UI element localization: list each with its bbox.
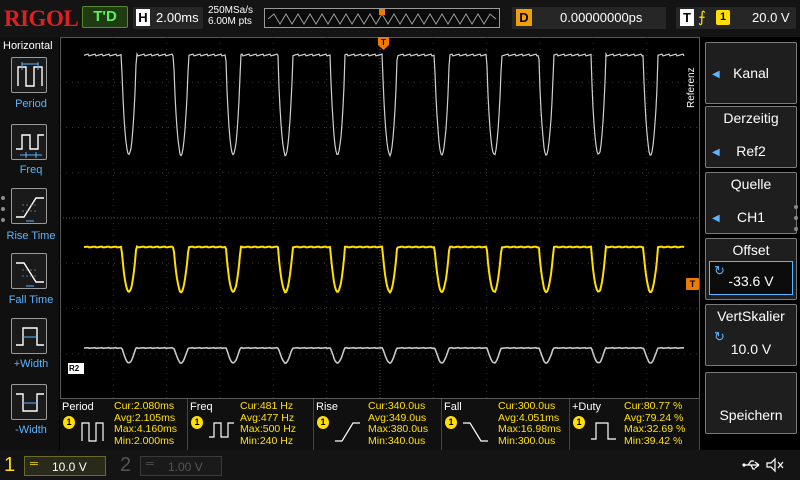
ch2-scale-value: 1.00 V bbox=[168, 460, 203, 474]
acquisition-info: 250MSa/s 6.00M pts bbox=[208, 5, 253, 27]
softkey-derzeitig[interactable]: Derzeitig ◀ Ref2 bbox=[705, 106, 797, 168]
ch2-number[interactable]: 2 bbox=[120, 454, 131, 477]
menu-title: Referenz bbox=[686, 67, 697, 108]
frequency-icon bbox=[209, 422, 234, 438]
run-state-badge[interactable]: T'D bbox=[82, 6, 128, 28]
period-icon[interactable] bbox=[11, 57, 47, 93]
measurement-source-badge: 1 bbox=[191, 416, 203, 429]
measurement-name: Fall bbox=[444, 401, 462, 413]
fall-time-icon[interactable] bbox=[11, 253, 47, 289]
measurement-current: Cur:340.0us bbox=[368, 400, 426, 412]
negative-width-icon[interactable] bbox=[11, 384, 47, 420]
ref-waveform-trace bbox=[83, 51, 685, 158]
softkey-quelle-value: CH1 bbox=[736, 209, 765, 225]
usb-icon bbox=[742, 460, 760, 470]
memory-depth: 6.00M pts bbox=[208, 16, 252, 27]
rise-time-icon[interactable] bbox=[11, 188, 47, 224]
measurement-max: Max:32.69 % bbox=[624, 423, 686, 435]
svg-text:T: T bbox=[381, 38, 386, 47]
measurement-max: Max:16.98ms bbox=[498, 423, 562, 435]
trigger-source-badge: 1 bbox=[716, 10, 730, 25]
softkey-offset-value: -33.6 V bbox=[728, 273, 774, 289]
measurement-rise[interactable]: Rise 1 Cur:340.0us Avg:349.0us Max:380.0… bbox=[314, 399, 442, 450]
measurement-name: Freq bbox=[190, 401, 213, 413]
measurement-period[interactable]: Period 1 Cur:2.080ms Avg:2.105ms Max:4.1… bbox=[60, 399, 188, 450]
rising-edge-icon: ⨍ bbox=[698, 9, 706, 26]
menu-scroll-indicator bbox=[794, 205, 800, 238]
softkey-speichern-label: Speichern bbox=[719, 407, 783, 423]
softkey-vertskalier-value: 10.0 V bbox=[730, 341, 772, 357]
softkey-quelle-title: Quelle bbox=[730, 176, 772, 192]
trigger-position-icon bbox=[379, 9, 385, 15]
softkey-offset-title: Offset bbox=[732, 242, 770, 258]
measurement-current: Cur:2.080ms bbox=[114, 400, 175, 412]
measurement-current: Cur:80.77 % bbox=[624, 400, 683, 412]
ref2-marker[interactable]: R2 bbox=[68, 363, 84, 374]
trigger-level-value: 20.0 V bbox=[752, 10, 790, 25]
softkey-speichern[interactable]: Speichern bbox=[705, 372, 797, 434]
measurement-current: Cur:481 Hz bbox=[240, 400, 294, 412]
horizontal-label: H bbox=[136, 9, 150, 26]
measurement-min: Min:340.0us bbox=[368, 434, 426, 447]
softkey-kanal-value: Kanal bbox=[733, 65, 769, 81]
speaker-muted-icon[interactable] bbox=[765, 457, 785, 473]
trigger-position-marker[interactable]: T bbox=[378, 37, 389, 50]
measurement-min: Min:300.0us bbox=[498, 434, 556, 447]
measure-category-title: Horizontal bbox=[3, 40, 53, 52]
measurement-source-badge: 1 bbox=[573, 416, 585, 429]
softkey-kanal[interactable]: ◀ Kanal bbox=[705, 42, 797, 104]
measurement-source-badge: 1 bbox=[63, 416, 75, 429]
measurement-name: +Duty bbox=[572, 401, 602, 413]
softkey-vertskalier[interactable]: VertSkalier ↻ 10.0 V bbox=[705, 304, 797, 366]
measurement-min: Min:39.42 % bbox=[624, 434, 683, 447]
menu-item-negative-width[interactable]: -Width bbox=[0, 424, 62, 436]
sample-rate: 250MSa/s bbox=[208, 5, 254, 16]
ch1-scale-value: 10.0 V bbox=[52, 460, 87, 474]
period-icon bbox=[81, 422, 104, 442]
horizontal-scale-value: 2.00ms bbox=[156, 10, 199, 25]
waveform-display[interactable] bbox=[60, 37, 700, 399]
frequency-icon[interactable] bbox=[11, 124, 47, 160]
menu-item-positive-width[interactable]: +Width bbox=[0, 358, 62, 370]
softkey-quelle[interactable]: Quelle ◀ CH1 bbox=[705, 172, 797, 234]
measurement-freq[interactable]: Freq 1 Cur:481 Hz Avg:477 Hz Max:500 Hz … bbox=[188, 399, 314, 450]
rise-time-icon bbox=[335, 422, 360, 442]
delay-label: D bbox=[516, 9, 532, 26]
measurement-min: Min:240 Hz bbox=[240, 434, 294, 447]
dc-coupling-icon: ═ bbox=[146, 458, 154, 470]
positive-width-icon[interactable] bbox=[11, 318, 47, 354]
duty-cycle-icon bbox=[591, 422, 616, 440]
menu-item-freq[interactable]: Freq bbox=[0, 164, 62, 176]
measurement-duty[interactable]: +Duty 1 Cur:80.77 % Avg:79.24 % Max:32.6… bbox=[570, 399, 700, 450]
measurement-name: Rise bbox=[316, 401, 339, 413]
delay-value: 0.00000000ps bbox=[560, 10, 643, 25]
measurement-name: Period bbox=[62, 401, 94, 413]
measurement-max: Max:500 Hz bbox=[240, 423, 297, 435]
measurement-source-badge: 1 bbox=[317, 416, 329, 429]
fall-time-icon bbox=[463, 422, 488, 442]
measurement-current: Cur:300.0us bbox=[498, 400, 556, 412]
measurement-max: Max:380.0us bbox=[368, 423, 429, 435]
memory-position-bar[interactable] bbox=[264, 8, 500, 28]
ch1-waveform-trace bbox=[83, 244, 685, 295]
ref2-waveform-trace bbox=[83, 346, 685, 365]
menu-item-fall-time[interactable]: Fall Time bbox=[0, 294, 62, 306]
dc-coupling-icon: ═ bbox=[30, 458, 38, 470]
menu-item-rise-time[interactable]: Rise Time bbox=[0, 230, 62, 242]
softkey-vertskalier-title: VertSkalier bbox=[717, 308, 785, 324]
softkey-offset[interactable]: Offset ↻ -33.6 V bbox=[705, 238, 797, 300]
measurement-source-badge: 1 bbox=[445, 416, 457, 429]
menu-scroll-indicator bbox=[1, 196, 7, 229]
rigol-logo: RIGOL bbox=[4, 6, 79, 31]
measurement-max: Max:4.160ms bbox=[114, 423, 178, 435]
softkey-derzeitig-value: Ref2 bbox=[736, 143, 766, 159]
ch1-number[interactable]: 1 bbox=[4, 454, 15, 477]
trigger-level-marker[interactable]: T bbox=[686, 278, 699, 290]
memory-waveform-preview bbox=[267, 9, 497, 25]
trigger-label: T bbox=[680, 9, 694, 26]
measurement-fall[interactable]: Fall 1 Cur:300.0us Avg:4.051ms Max:16.98… bbox=[442, 399, 570, 450]
measurement-min: Min:2.000ms bbox=[114, 434, 175, 447]
menu-item-period[interactable]: Period bbox=[0, 98, 62, 110]
softkey-derzeitig-title: Derzeitig bbox=[723, 110, 779, 126]
